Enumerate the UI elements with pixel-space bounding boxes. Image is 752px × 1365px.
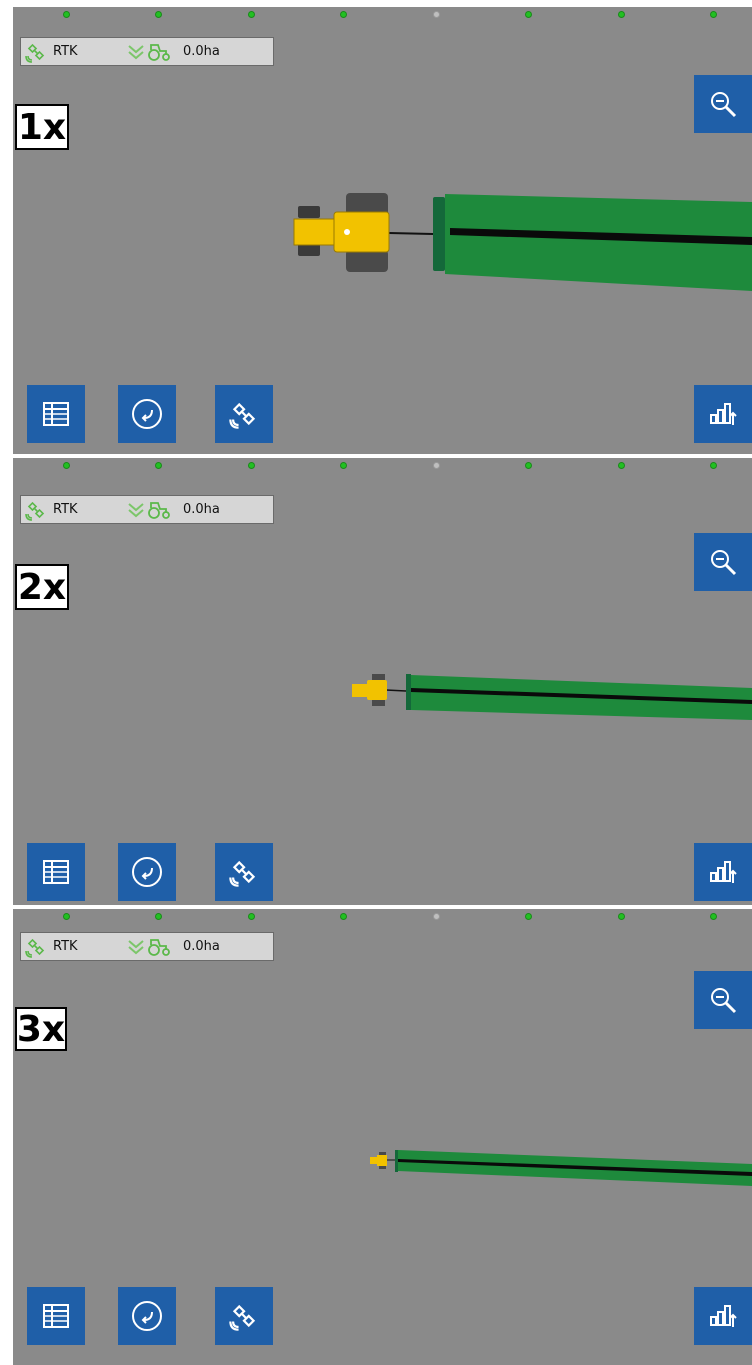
satellite-icon <box>25 501 45 521</box>
gps-status-label: RTK <box>53 502 78 517</box>
rotate-icon <box>132 1301 162 1331</box>
double-chevron-icon <box>128 44 144 59</box>
satellite-icon <box>25 938 45 958</box>
stats-button[interactable] <box>694 1287 752 1345</box>
table-icon <box>43 1304 69 1328</box>
double-chevron-icon <box>128 502 144 517</box>
table-button[interactable] <box>27 385 85 443</box>
tractor-icon <box>148 501 170 519</box>
satellite-icon <box>229 860 256 887</box>
rotate-view-button[interactable] <box>118 1287 176 1345</box>
map-panel-2: RTK 0.0ha 2x <box>13 458 752 905</box>
field-map[interactable] <box>13 458 752 905</box>
zoom-level-label: 2x <box>15 564 69 610</box>
gps-button[interactable] <box>215 843 273 901</box>
stats-button[interactable] <box>694 385 752 443</box>
rotate-view-button[interactable] <box>118 843 176 901</box>
zoom-level-label: 3x <box>15 1007 67 1051</box>
gps-status-label: RTK <box>53 939 78 954</box>
tractor <box>293 193 390 272</box>
area-value: 0.0ha <box>183 502 220 517</box>
implement-hitch-bar <box>395 1150 398 1172</box>
drawbar <box>385 689 407 692</box>
zoom-out-icon <box>711 92 737 118</box>
bar-chart-icon <box>710 403 737 425</box>
tractor-icon <box>148 43 170 61</box>
satellite-icon <box>25 43 45 63</box>
table-icon <box>43 402 69 426</box>
gps-button[interactable] <box>215 1287 273 1345</box>
area-value: 0.0ha <box>183 939 220 954</box>
status-bar: RTK 0.0ha <box>20 37 274 66</box>
zoom-out-icon <box>711 550 737 576</box>
bar-chart-icon <box>710 1305 737 1327</box>
area-value: 0.0ha <box>183 44 220 59</box>
implement-hitch-bar <box>433 197 445 271</box>
satellite-icon <box>229 402 256 429</box>
map-panel-1: RTK 0.0ha 1x <box>13 7 752 454</box>
map-panel-3: RTK 0.0ha 3x <box>13 909 752 1365</box>
zoom-out-button[interactable] <box>694 971 752 1029</box>
double-chevron-icon <box>128 939 144 954</box>
zoom-out-button[interactable] <box>694 75 752 133</box>
rotate-icon <box>132 857 162 887</box>
table-button[interactable] <box>27 843 85 901</box>
status-bar: RTK 0.0ha <box>20 495 274 524</box>
zoom-out-icon <box>711 988 737 1014</box>
gps-button[interactable] <box>215 385 273 443</box>
implement-hitch-bar <box>406 674 411 710</box>
satellite-icon <box>229 1304 256 1331</box>
stats-button[interactable] <box>694 843 752 901</box>
tractor <box>370 1152 387 1169</box>
status-bar: RTK 0.0ha <box>20 932 274 961</box>
tractor-icon <box>148 938 170 956</box>
table-icon <box>43 860 69 884</box>
zoom-out-button[interactable] <box>694 533 752 591</box>
bar-chart-icon <box>710 861 737 883</box>
gps-status-label: RTK <box>53 44 78 59</box>
zoom-level-label: 1x <box>15 104 69 150</box>
table-button[interactable] <box>27 1287 85 1345</box>
tractor <box>352 674 387 706</box>
rotate-icon <box>132 399 162 429</box>
rotate-view-button[interactable] <box>118 385 176 443</box>
drawbar <box>388 232 434 235</box>
